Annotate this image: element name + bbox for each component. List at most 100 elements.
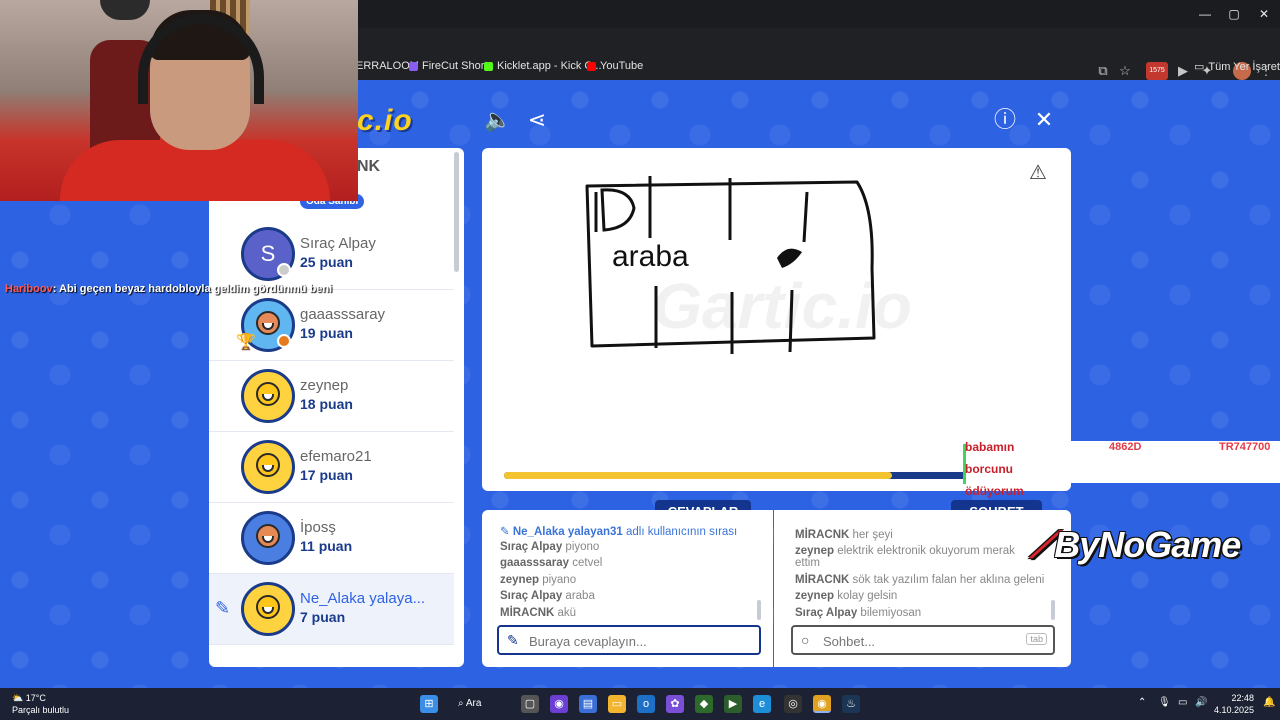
- player-points: 18 puan: [300, 396, 353, 412]
- gartic-logo[interactable]: c.io: [357, 104, 413, 138]
- tab-key-hint: tab: [1026, 633, 1047, 645]
- answers-panel: ✎ Ne_Alaka yalayan31 adlı kullanıcının s…: [482, 510, 773, 667]
- pencil-icon: ✎: [215, 598, 231, 618]
- player-row[interactable]: 🏆 gaaasssaray 19 puan: [209, 290, 454, 361]
- sponsor-logo: ⟋ByNoGame: [1030, 524, 1241, 565]
- edge-icon[interactable]: e: [753, 695, 771, 713]
- player-list-scrollbar[interactable]: [454, 152, 459, 272]
- webcam-overlay: [0, 0, 358, 201]
- weather-widget[interactable]: ⛅ 17°C Parçalı bulutlu: [12, 692, 69, 716]
- time-progress-bar: [504, 472, 966, 479]
- explorer-icon[interactable]: ▭: [608, 695, 626, 713]
- answer-input-box: ✎: [497, 625, 761, 655]
- chat-input[interactable]: [823, 632, 1043, 650]
- player-name: Sıraç Alpay: [300, 235, 376, 252]
- player-points: 11 puan: [300, 538, 353, 554]
- player-row[interactable]: efemaro21 17 puan: [209, 432, 454, 503]
- player-points: 17 puan: [300, 467, 353, 483]
- chat-message: ettim: [795, 557, 820, 569]
- chat-message: Sıraç Alpay bilemiyosan: [795, 607, 922, 619]
- taskbar: ⛅ 17°C Parçalı bulutlu ⊞ ⌕ Ara ▢ ◉ ▤ ▭ o…: [0, 688, 1280, 720]
- pencil-icon: ✎: [507, 632, 519, 648]
- player-row[interactable]: zeynep 18 puan: [209, 361, 454, 432]
- obs-icon[interactable]: ◎: [784, 695, 802, 713]
- all-bookmarks[interactable]: ▭Tüm Yer İşaretleri: [1194, 60, 1280, 74]
- avatar: [241, 369, 295, 423]
- notification-icon[interactable]: 🔔: [1263, 697, 1275, 708]
- player-points: 25 puan: [300, 254, 353, 270]
- time-progress-fill: [504, 472, 893, 479]
- store-icon[interactable]: ▤: [579, 695, 597, 713]
- drawing-label: araba: [612, 240, 689, 273]
- start-icon[interactable]: ⊞: [420, 695, 438, 713]
- dartboard: [100, 0, 150, 20]
- player-points: 19 puan: [300, 325, 353, 341]
- chrome-icon[interactable]: ◉: [813, 695, 831, 713]
- bookmark-firecut[interactable]: FireCut Shorts: [409, 60, 493, 72]
- player-name: Ne_Alaka yalaya...: [300, 590, 426, 607]
- answer-message: Sıraç Alpay piyono: [500, 541, 600, 553]
- ticker-words: babamın borcunu ödüyorum: [965, 440, 1024, 498]
- player-name: İposş: [300, 519, 336, 536]
- copilot-icon[interactable]: ◉: [550, 695, 568, 713]
- player-name: gaaasssaray: [300, 306, 386, 323]
- trophy-icon: 🏆: [236, 334, 256, 351]
- outlook-icon[interactable]: o: [637, 695, 655, 713]
- status-dot: [277, 263, 291, 277]
- player-list-header: NK: [357, 158, 381, 175]
- microphone-icon[interactable]: 🎙: [1158, 697, 1171, 708]
- player-name: efemaro21: [300, 448, 372, 465]
- avatar: [241, 511, 295, 565]
- answer-input[interactable]: [529, 632, 749, 650]
- info-icon[interactable]: ⓘ: [991, 106, 1019, 134]
- answer-message: MİRACNK akü: [500, 607, 577, 619]
- stream-chat-message: Hariboov: Abi geçen beyaz hardobloyla ge…: [5, 283, 333, 295]
- player-row[interactable]: İposş 11 puan: [209, 503, 454, 574]
- player-row-drawing[interactable]: ✎ Ne_Alaka yalaya... 7 puan: [209, 574, 454, 645]
- search-icon: ○: [801, 632, 810, 648]
- player-row[interactable]: S Sıraç Alpay 25 puan: [209, 219, 454, 290]
- ticker-number: 4862D: [1109, 441, 1142, 453]
- network-icon[interactable]: ▭: [1178, 697, 1187, 708]
- share-icon[interactable]: ⋖: [523, 106, 551, 134]
- avatar: [241, 440, 295, 494]
- player-list: NK Oda Sahibi S Sıraç Alpay 25 puan 🏆 ga…: [209, 148, 464, 667]
- firecut-icon: [409, 61, 418, 71]
- kicklet-icon: [484, 61, 493, 71]
- bookmark-kicklet[interactable]: Kicklet.app - Kick C...: [484, 60, 602, 72]
- ai-app-icon[interactable]: ✿: [666, 695, 684, 713]
- answer-message: gaaasssaray cetvel: [500, 557, 603, 569]
- steam-icon[interactable]: ♨: [842, 695, 860, 713]
- sponsor-mark-icon: ⟋: [1030, 524, 1055, 565]
- youtube-icon: [587, 61, 596, 71]
- status-dot: [277, 334, 291, 348]
- ticker-bar: 4862D TR747700: [1071, 441, 1280, 483]
- close-icon[interactable]: ✕: [1030, 106, 1058, 134]
- close-window-button[interactable]: ✕: [1249, 4, 1279, 24]
- task-view-icon[interactable]: ▢: [521, 695, 539, 713]
- nvidia-icon[interactable]: ◆: [695, 695, 713, 713]
- sound-icon[interactable]: 🔈: [484, 106, 512, 134]
- search-button[interactable]: ⌕ Ara: [458, 694, 506, 714]
- system-clock[interactable]: 22:48 4.10.2025: [1214, 692, 1254, 716]
- report-warning-icon[interactable]: ⚠: [1029, 160, 1047, 185]
- tray-chevron-icon[interactable]: ⌃: [1138, 697, 1146, 708]
- chat-scrollbar[interactable]: [1051, 600, 1055, 620]
- maximize-button[interactable]: ▢: [1219, 4, 1249, 24]
- chat-message: MİRACNK her şeyi: [795, 529, 893, 541]
- folder-icon: ▭: [1194, 61, 1205, 73]
- volume-icon[interactable]: 🔊: [1195, 697, 1207, 708]
- weather-icon: ⛅: [12, 693, 24, 703]
- answer-message: zeynep piyano: [500, 574, 577, 586]
- bookmark-youtube[interactable]: YouTube: [587, 60, 643, 72]
- avatar: [241, 582, 295, 636]
- answer-message: ✎ Ne_Alaka yalayan31 adlı kullanıcının s…: [500, 526, 738, 538]
- answers-scrollbar[interactable]: [757, 600, 761, 620]
- ticker-number: TR747700: [1219, 441, 1271, 453]
- kick-icon[interactable]: ▶: [724, 695, 742, 713]
- answer-message: Sıraç Alpay araba: [500, 590, 595, 602]
- pencil-icon: ✎: [500, 526, 513, 538]
- player-points: 7 puan: [300, 609, 346, 625]
- minimize-button[interactable]: —: [1190, 4, 1220, 24]
- chat-message: zeynep elektrik elektronik okuyorum mera…: [795, 545, 1015, 557]
